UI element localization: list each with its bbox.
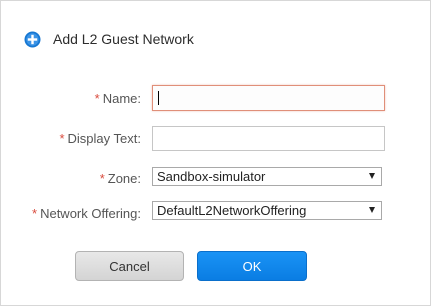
- network-offering-label: * Network Offering:: [32, 206, 141, 221]
- required-mark: *: [99, 171, 105, 186]
- name-input[interactable]: [152, 85, 385, 111]
- required-mark: *: [32, 206, 38, 221]
- name-label: * Name:: [94, 91, 141, 106]
- zone-label: * Zone:: [99, 171, 141, 186]
- add-l2-guest-network-dialog: Add L2 Guest Network * Name: * Display Tex…: [0, 0, 431, 306]
- display-text-label: * Display Text:: [59, 131, 141, 146]
- dropdown-arrow-icon: [369, 207, 375, 213]
- add-circle-icon: [24, 31, 41, 47]
- cancel-button[interactable]: Cancel: [75, 251, 184, 281]
- dialog-header: Add L2 Guest Network: [24, 29, 194, 49]
- display-text-row: * Display Text:: [1, 126, 431, 151]
- text-caret: [158, 91, 159, 105]
- dialog-title: Add L2 Guest Network: [53, 31, 194, 47]
- required-mark: *: [59, 131, 65, 146]
- network-offering-selected-value: DefaultL2NetworkOffering: [157, 203, 307, 218]
- network-offering-row: * Network Offering: DefaultL2NetworkOffer…: [1, 201, 431, 221]
- zone-selected-value: Sandbox-simulator: [157, 169, 266, 184]
- name-row: * Name:: [1, 85, 431, 111]
- zone-row: * Zone: Sandbox-simulator: [1, 167, 431, 186]
- dropdown-arrow-icon: [369, 173, 375, 179]
- network-offering-select[interactable]: DefaultL2NetworkOffering: [152, 201, 382, 220]
- zone-select[interactable]: Sandbox-simulator: [152, 167, 382, 186]
- ok-button[interactable]: OK: [197, 251, 307, 281]
- required-mark: *: [94, 91, 100, 106]
- display-text-input[interactable]: [152, 126, 385, 151]
